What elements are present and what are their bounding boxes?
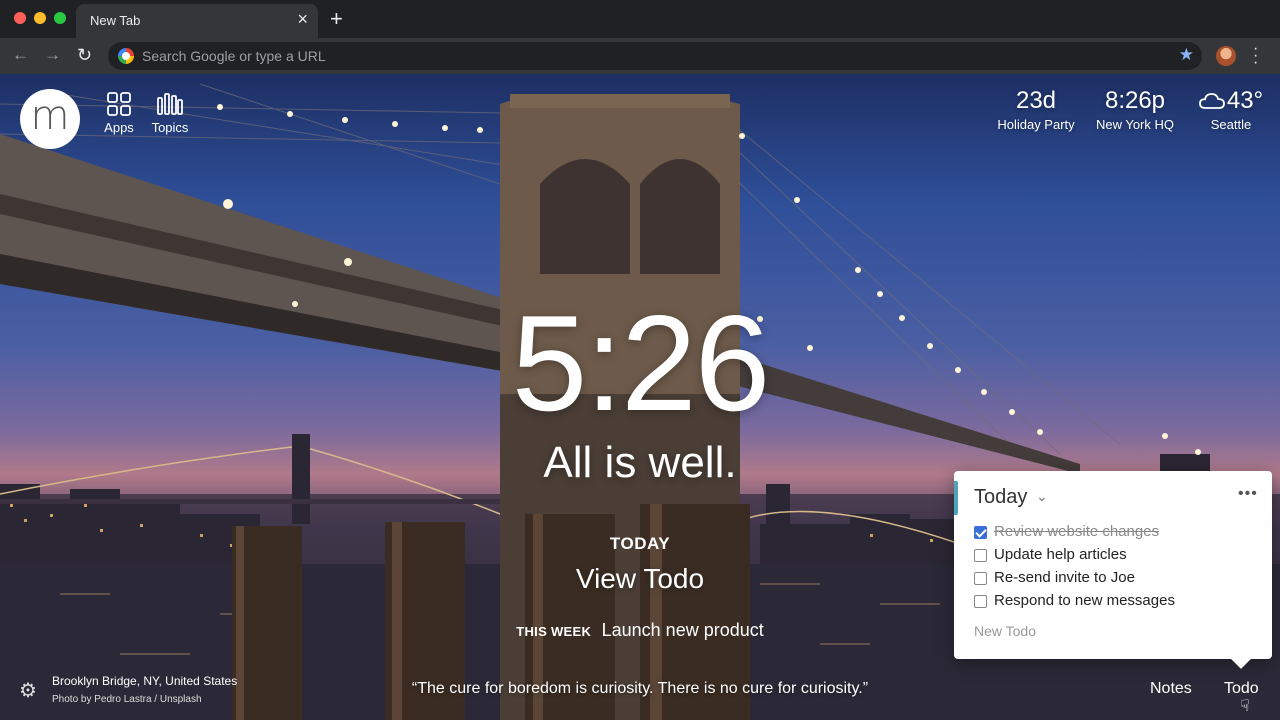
daily-quote[interactable]: “The cure for boredom is curiosity. Ther… [340,680,940,698]
todo-panel: Today ⌄ ••• Review website changes Updat… [954,471,1272,659]
forward-arrow-icon[interactable]: → [44,45,61,65]
profile-avatar[interactable] [1216,46,1236,66]
todo-item[interactable]: Re-send invite to Joe [974,569,1264,589]
new-todo-input[interactable]: New Todo [974,623,1036,639]
weather-location: Seattle [1210,117,1252,132]
settings-gear-icon[interactable]: ⚙ [19,678,37,703]
todo-checkbox[interactable] [974,572,987,585]
tab-new-tab[interactable]: New Tab × [76,4,318,38]
address-bar-placeholder: Search Google or type a URL [142,48,326,64]
weekly-goal[interactable]: THIS WEEK Launch new product [440,620,840,641]
focus-text[interactable]: View Todo [440,563,840,595]
window-close-button[interactable] [14,12,26,24]
bookmark-star-icon[interactable]: ★ [1179,45,1194,65]
countdown-widget[interactable]: 23d Holiday Party [990,86,1082,134]
todo-item[interactable]: Respond to new messages [974,592,1264,612]
address-bar[interactable]: Search Google or type a URL ★ [108,42,1202,70]
browser-toolbar: ← → ↻ Search Google or type a URL ★ · · · [0,38,1280,74]
todo-item-text: Respond to new messages [994,592,1175,609]
pointer-cursor-icon: ☟ [1240,698,1250,715]
todo-list-accent [954,481,958,515]
topics-books-icon [157,93,183,115]
topics-button[interactable]: Topics [146,92,194,135]
countdown-label: Holiday Party [997,117,1075,132]
window-minimize-button[interactable] [34,12,46,24]
chevron-down-icon[interactable]: ⌄ [1036,488,1048,505]
apps-grid-icon [107,92,131,116]
todo-item-text: Review website changes [994,523,1160,540]
todo-checkbox[interactable] [974,526,987,539]
todo-item[interactable]: Review website changes [974,523,1264,543]
momentum-logo[interactable]: m [20,89,80,149]
main-clock[interactable]: 5:26 [440,288,840,438]
weather-widget[interactable]: 43° Seattle [1190,86,1272,134]
topics-label: Topics [151,120,189,135]
browser-tabstrip: New Tab × + [0,0,1280,38]
world-clock-widget[interactable]: 8:26p New York HQ [1090,86,1180,134]
weekly-goal-text: Launch new product [601,620,764,640]
weekly-goal-label: THIS WEEK [516,624,592,639]
more-options-icon[interactable]: ••• [1238,485,1258,503]
todo-item-text: Update help articles [994,546,1127,563]
todo-checkbox[interactable] [974,549,987,562]
window-maximize-button[interactable] [54,12,66,24]
back-arrow-icon[interactable]: ← [12,45,29,65]
browser-menu-icon[interactable]: · · · [1253,41,1259,71]
mantra: All is well. [543,438,737,487]
google-icon [118,48,134,64]
world-clock-label: New York HQ [1095,117,1175,132]
world-clock-value: 8:26p [1104,87,1166,114]
reload-icon[interactable]: ↻ [77,45,92,65]
close-tab-icon[interactable]: × [297,10,308,28]
todo-list-title[interactable]: Today [974,486,1027,509]
new-tab-button[interactable]: + [330,7,343,31]
cloud-icon [1198,93,1225,109]
apps-label: Apps [104,120,134,135]
todo-item[interactable]: Update help articles [974,546,1264,566]
photo-location[interactable]: Brooklyn Bridge, NY, United States [52,674,237,688]
todo-item-text: Re-send invite to Joe [994,569,1135,586]
photo-credit[interactable]: Photo by Pedro Lastra / Unsplash [52,694,202,705]
apps-button[interactable]: Apps [95,92,143,135]
notes-button[interactable]: Notes [1150,680,1192,698]
countdown-value: 23d [1015,87,1057,114]
todo-checkbox[interactable] [974,595,987,608]
tab-title: New Tab [90,13,141,28]
focus-label: TODAY [609,534,671,553]
weather-temperature: 43° [1226,87,1264,114]
